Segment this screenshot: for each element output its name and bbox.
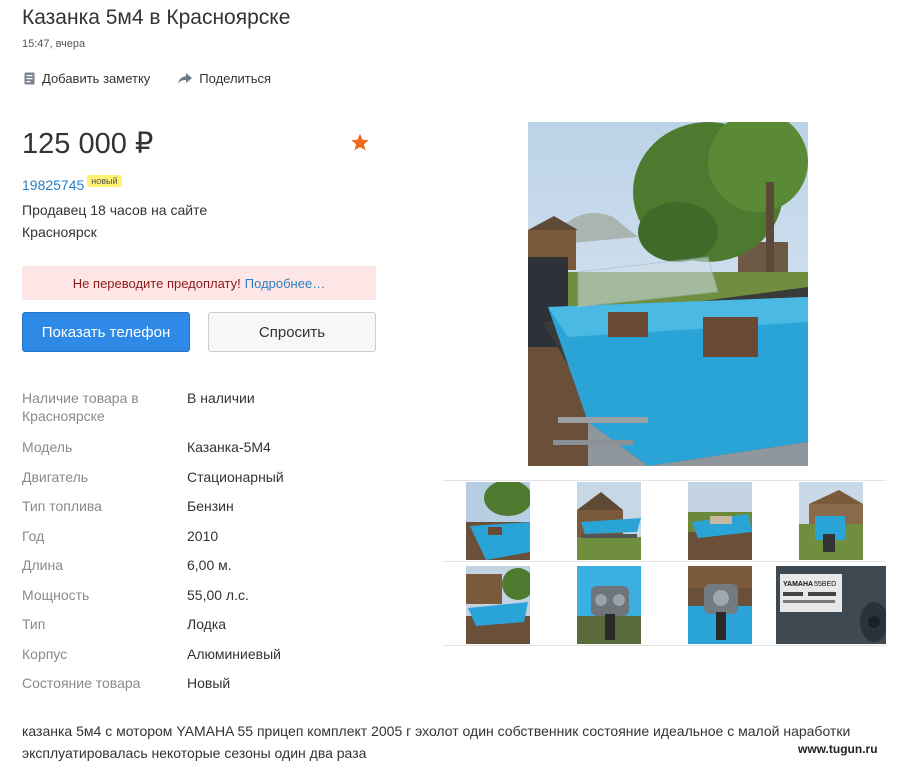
- param-value: Казанка-5М4: [187, 439, 271, 455]
- main-photo[interactable]: [528, 122, 808, 466]
- thumbnail[interactable]: [665, 564, 776, 645]
- thumbnail[interactable]: [554, 481, 665, 561]
- param-value: Стационарный: [187, 468, 284, 485]
- param-key: Корпус: [22, 645, 68, 662]
- warning-text: Не переводите предоплату!: [72, 275, 241, 291]
- listing-description: казанка 5м4 с мотором YAMAHA 55 прицеп к…: [22, 723, 851, 761]
- yamaha-label-brand: YAMAHA: [783, 581, 813, 588]
- param-key: Наличие товара в Красноярске: [22, 390, 139, 424]
- param-key: Модель: [22, 439, 73, 455]
- params-table: Наличие товара в Красноярске В наличии М…: [22, 389, 284, 704]
- param-row: Модель Казанка-5М4: [22, 438, 284, 468]
- thumbnail-row: [443, 480, 886, 562]
- share-label: Поделиться: [199, 71, 272, 86]
- param-row: Наличие товара в Красноярске В наличии: [22, 389, 284, 438]
- yamaha-label-model: 55BED: [814, 581, 836, 588]
- listing-title: Казанка 5м4 в Красноярске: [22, 6, 291, 29]
- thumbnail[interactable]: [665, 481, 776, 561]
- add-note-button[interactable]: Добавить заметку: [24, 71, 150, 86]
- param-key: Тип топлива: [22, 498, 102, 514]
- city: Красноярск: [22, 224, 97, 240]
- thumbnail-gallery: YAMAHA 55BED: [443, 480, 886, 646]
- param-key: Состояние товара: [22, 675, 141, 691]
- param-key: Двигатель: [22, 468, 89, 485]
- thumbnail[interactable]: [443, 564, 554, 645]
- warning-more-link[interactable]: Подробнее…: [245, 276, 325, 291]
- param-row: Корпус Алюминиевый: [22, 645, 284, 675]
- param-value: 55,00 л.с.: [187, 586, 249, 603]
- param-row: Двигатель Стационарный: [22, 468, 284, 498]
- param-value: Алюминиевый: [187, 645, 281, 662]
- param-row: Год 2010: [22, 527, 284, 557]
- listing-actions: Добавить заметку Поделиться: [24, 71, 271, 86]
- thumbnail[interactable]: [554, 564, 665, 645]
- param-row: Тип Лодка: [22, 615, 284, 645]
- share-arrow-icon: [178, 73, 193, 84]
- posted-time: 15:47, вчера: [22, 38, 86, 50]
- param-key: Тип: [22, 616, 46, 632]
- param-value: Лодка: [187, 616, 227, 632]
- seller-status: Продавец 18 часов на сайте: [22, 202, 208, 218]
- param-value: Бензин: [187, 498, 234, 514]
- ad-id-row: 19825745 новый: [22, 175, 122, 193]
- param-key: Длина: [22, 557, 63, 573]
- param-value: Новый: [187, 675, 231, 691]
- param-row: Состояние товара Новый: [22, 674, 284, 704]
- param-row: Мощность 55,00 л.с.: [22, 586, 284, 616]
- thumbnail[interactable]: [775, 481, 886, 561]
- ask-button[interactable]: Спросить: [208, 312, 376, 352]
- thumbnail[interactable]: YAMAHA 55BED: [775, 564, 886, 645]
- thumbnail-row: YAMAHA 55BED: [443, 564, 886, 646]
- thumbnail[interactable]: [443, 481, 554, 561]
- param-key: Мощность: [22, 586, 90, 603]
- param-value: В наличии: [187, 390, 255, 406]
- param-value: 6,00 м.: [187, 557, 232, 573]
- share-button[interactable]: Поделиться: [178, 71, 271, 86]
- watermark: www.tugun.ru: [798, 742, 878, 756]
- param-value: 2010: [187, 527, 219, 544]
- show-phone-button[interactable]: Показать телефон: [22, 312, 190, 352]
- param-row: Тип топлива Бензин: [22, 497, 284, 527]
- price: 125 000 ₽: [22, 128, 154, 160]
- add-note-label: Добавить заметку: [42, 71, 151, 86]
- favorite-star-icon[interactable]: [350, 133, 370, 157]
- param-row: Длина 6,00 м.: [22, 556, 284, 586]
- param-key: Год: [22, 527, 45, 544]
- new-badge: новый: [87, 175, 122, 187]
- ad-id-link[interactable]: 19825745: [22, 177, 84, 193]
- prepayment-warning: Не переводите предоплату! Подробнее…: [22, 266, 376, 300]
- note-icon: [24, 72, 35, 85]
